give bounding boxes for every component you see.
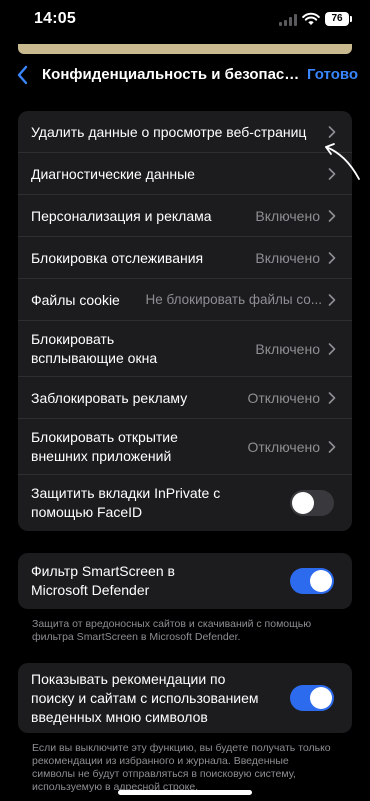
row-cookies[interactable]: Файлы cookie Не блокировать файлы со... [18,279,352,321]
row-diagnostic-data[interactable]: Диагностические данные [18,153,352,195]
page-title: Конфиденциальность и безопасн... [42,66,300,83]
row-label: Персонализация и реклама [31,207,212,224]
row-label: Блокировка отслеживания [31,249,204,266]
back-chevron-icon[interactable] [14,64,32,86]
suggestions-group: Показывать рекомендации по поиску и сайт… [18,663,352,733]
row-label: Защитить вкладки InPrivate с помощью Fac… [31,485,221,520]
privacy-settings-group: Удалить данные о просмотре веб-страниц Ди… [18,111,352,531]
done-button[interactable]: Готово [307,66,358,83]
status-bar: 14:05 76 [0,0,370,40]
cellular-signal-icon [279,14,298,26]
wifi-icon [302,12,320,25]
chevron-right-icon [328,210,336,222]
suggestions-row[interactable]: Показывать рекомендации по поиску и сайт… [18,663,352,733]
row-value: Включено [255,207,320,224]
smartscreen-group: Фильтр SmartScreen в Microsoft Defender [18,553,352,609]
annotation-arrow-icon [325,143,360,180]
toggle-knob [310,687,332,709]
smartscreen-row[interactable]: Фильтр SmartScreen в Microsoft Defender [18,553,352,609]
chevron-right-icon [328,441,336,453]
row-personalization-ads[interactable]: Персонализация и реклама Включено [18,195,352,237]
battery-icon: 76 [325,12,352,26]
row-label: Заблокировать рекламу [31,389,188,406]
smartscreen-footnote: Защита от вредоносных сайтов и скачивани… [32,618,312,643]
row-label: Файлы cookie [31,291,120,308]
row-label: Блокировать всплывающие окна [31,331,158,366]
toggle-knob [292,492,314,514]
inprivate-faceid-toggle[interactable] [290,490,334,516]
row-value: Не блокировать файлы со... [145,291,322,307]
row-value: Отключено [247,389,320,406]
row-tracking-prevention[interactable]: Блокировка отслеживания Включено [18,237,352,279]
row-value: Включено [255,249,320,266]
row-block-external-apps[interactable]: Блокировать открытие внешних приложений О… [18,419,352,475]
chevron-right-icon [328,294,336,306]
chevron-right-icon [328,252,336,264]
suggestions-footnote: Если вы выключите эту функцию, вы будете… [32,742,331,793]
row-label: Блокировать открытие внешних приложений [31,429,178,464]
row-delete-browsing-data[interactable]: Удалить данные о просмотре веб-страниц [18,111,352,153]
row-value: Отключено [247,438,320,455]
row-block-ads[interactable]: Заблокировать рекламу Отключено [18,377,352,419]
smartscreen-toggle[interactable] [290,568,334,594]
row-label: Диагностические данные [31,165,195,182]
chevron-right-icon [328,126,336,138]
top-banner [18,44,352,54]
navigation-bar: Конфиденциальность и безопасн... Готово [0,58,370,92]
suggestions-label: Показывать рекомендации по поиску и сайт… [31,671,259,725]
chevron-right-icon [328,343,336,355]
status-time: 14:05 [34,10,76,27]
row-label: Удалить данные о просмотре веб-страниц [31,123,307,140]
row-inprivate-faceid[interactable]: Защитить вкладки InPrivate с помощью Fac… [18,475,352,531]
smartscreen-label: Фильтр SmartScreen в Microsoft Defender [31,563,175,598]
toggle-knob [310,570,332,592]
row-block-popups[interactable]: Блокировать всплывающие окна Включено [18,321,352,377]
home-indicator [118,790,252,795]
suggestions-toggle[interactable] [290,685,334,711]
chevron-right-icon [328,392,336,404]
row-value: Включено [255,340,320,357]
